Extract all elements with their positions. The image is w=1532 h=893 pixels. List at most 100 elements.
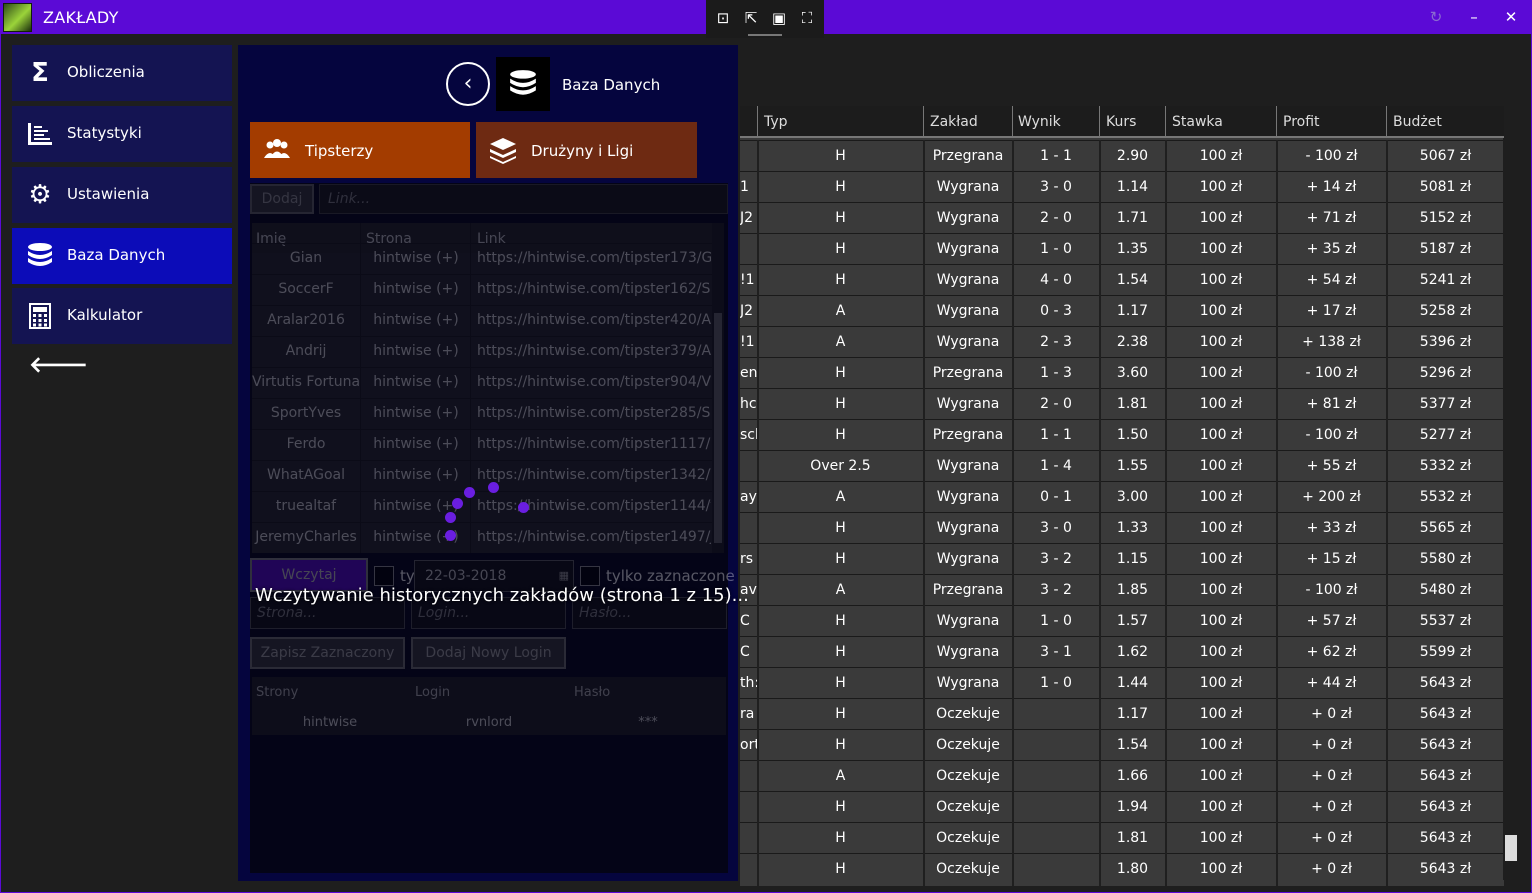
cursor-icon[interactable]: ⇱ bbox=[741, 8, 761, 28]
table-row[interactable]: H Oczekuje 1.94 100 zł + 0 zł 5643 zł bbox=[740, 791, 1504, 822]
link-input[interactable]: Link... bbox=[319, 184, 728, 214]
back-circle-button[interactable]: ‹ bbox=[446, 62, 490, 106]
score-cell: 1 - 0 bbox=[1040, 241, 1072, 257]
stake-cell: 100 zł bbox=[1199, 210, 1243, 226]
profit-cell: + 62 zł bbox=[1306, 644, 1357, 660]
sidebar-item-kalkulator[interactable]: Kalkulator bbox=[12, 288, 232, 344]
tab-tipsterzy[interactable]: Tipsterzy bbox=[250, 122, 470, 178]
table-row[interactable]: rs H Wygrana 3 - 2 1.15 100 zł + 15 zł 5580 zł bbox=[740, 543, 1504, 574]
table-row[interactable]: ra H Oczekuje 1.17 100 zł + 0 zł 5643 zł bbox=[740, 698, 1504, 729]
profit-cell: + 0 zł bbox=[1311, 830, 1352, 846]
table-row[interactable]: H Wygrana 1 - 0 1.35 100 zł + 35 zł 5187 zł bbox=[740, 233, 1504, 264]
profit-cell: + 200 zł bbox=[1302, 489, 1361, 505]
sidebar-item-ustawienia[interactable]: ⚙ Ustawienia bbox=[12, 167, 232, 223]
table-row[interactable]: SportYves hintwise (+) https://hintwise.co… bbox=[252, 398, 712, 428]
add-button[interactable]: Dodaj bbox=[250, 184, 314, 214]
table-row[interactable]: !1 H Wygrana 4 - 0 1.54 100 zł + 54 zł 5241 zł bbox=[740, 264, 1504, 295]
scrollbar-thumb[interactable] bbox=[714, 313, 722, 543]
type-cell: A bbox=[835, 768, 846, 784]
select-element-icon[interactable]: ⊡ bbox=[713, 8, 733, 28]
event-cell: !1 bbox=[740, 334, 755, 350]
table-row[interactable]: 1 H Wygrana 3 - 0 1.14 100 zł + 14 zł 5081 zł bbox=[740, 171, 1504, 202]
column-header[interactable]: Budżet bbox=[1393, 114, 1442, 130]
table-row[interactable]: J2 H Wygrana 2 - 0 1.71 100 zł + 71 zł 5152 zł bbox=[740, 202, 1504, 233]
table-row[interactable]: H Oczekuje 1.81 100 zł + 0 zł 5643 zł bbox=[740, 822, 1504, 853]
collapse-arrow-icon[interactable]: 🡐 bbox=[29, 352, 88, 378]
table-row[interactable]: Over 2.5 Wygrana 1 - 4 1.55 100 zł + 55 zł 533… bbox=[740, 450, 1504, 481]
bet-result-cell: Wygrana bbox=[936, 520, 1000, 536]
login-password-cell[interactable]: *** bbox=[570, 715, 726, 730]
table-row[interactable]: truealtaf hintwise (+) https://hintwise.co… bbox=[252, 491, 712, 521]
type-cell: H bbox=[835, 737, 846, 753]
only-date-checkbox[interactable] bbox=[374, 566, 394, 586]
table-row[interactable]: avcAPrzegrana3 - 21.85100 zł- 100 zł5480… bbox=[740, 574, 1504, 605]
table-row[interactable]: J2 A Wygrana 0 - 3 1.17 100 zł + 17 zł 5258 zł bbox=[740, 295, 1504, 326]
sidebar-item-label: Statystyki bbox=[67, 124, 142, 142]
grid-scrollbar[interactable] bbox=[1503, 138, 1519, 880]
sidebar-item-obliczenia[interactable]: Σ Obliczenia bbox=[12, 45, 232, 101]
minimize-button[interactable]: – bbox=[1462, 7, 1486, 27]
add-login-button[interactable]: Dodaj Nowy Login bbox=[411, 637, 566, 669]
table-row[interactable]: Aralar2016 hintwise (+) https://hintwise.c… bbox=[252, 305, 712, 335]
table-row[interactable]: !1 A Wygrana 2 - 3 2.38 100 zł + 138 zł 5396 zł bbox=[740, 326, 1504, 357]
sidebar-item-baza-danych[interactable]: Baza Danych bbox=[12, 228, 232, 284]
tipsters-scrollbar[interactable] bbox=[712, 223, 724, 553]
table-row[interactable]: C H Wygrana 3 - 1 1.62 100 zł + 62 zł 5599 zł bbox=[740, 636, 1504, 667]
table-row[interactable]: hc H Wygrana 2 - 0 1.81 100 zł + 81 zł 5377 zł bbox=[740, 388, 1504, 419]
tipster-site-cell: hintwise (+) bbox=[373, 374, 459, 390]
table-row[interactable]: sch H Przegrana 1 - 1 1.50 100 zł - 100 zł 5277… bbox=[740, 419, 1504, 450]
column-header[interactable]: Strony bbox=[256, 685, 298, 700]
stake-cell: 100 zł bbox=[1199, 520, 1243, 536]
close-button[interactable]: ✕ bbox=[1499, 7, 1523, 27]
column-header[interactable]: Profit bbox=[1283, 114, 1320, 130]
refresh-icon[interactable]: ↻ bbox=[1424, 7, 1448, 27]
layout-adorner-icon[interactable]: ▣ bbox=[769, 8, 789, 28]
column-header[interactable]: Login bbox=[415, 685, 450, 700]
table-row[interactable]: H Oczekuje 1.80 100 zł + 0 zł 5643 zł bbox=[740, 853, 1504, 884]
budget-cell: 5081 zł bbox=[1419, 179, 1472, 195]
table-row[interactable]: th: H Wygrana 1 - 0 1.44 100 zł + 44 zł 5643 zł bbox=[740, 667, 1504, 698]
event-cell: hc bbox=[740, 396, 757, 412]
table-row[interactable]: ay A Wygrana 0 - 1 3.00 100 zł + 200 zł 5532 zł bbox=[740, 481, 1504, 512]
budget-cell: 5187 zł bbox=[1419, 241, 1472, 257]
table-row[interactable]: Andrij hintwise (+) https://hintwise.com/t… bbox=[252, 336, 712, 366]
table-row[interactable]: C H Wygrana 1 - 0 1.57 100 zł + 57 zł 5537 zł bbox=[740, 605, 1504, 636]
scrollbar-thumb[interactable] bbox=[1505, 835, 1517, 861]
tab-druzyny-i-ligi[interactable]: Drużyny i Ligi bbox=[476, 122, 697, 178]
sidebar-item-statystyki[interactable]: Statystyki bbox=[12, 106, 232, 162]
spinner-dot bbox=[464, 487, 475, 498]
column-header[interactable]: Hasło bbox=[574, 685, 610, 700]
table-row[interactable]: Ferdo hintwise (+) https://hintwise.com/ti… bbox=[252, 429, 712, 459]
profit-cell: + 0 zł bbox=[1311, 706, 1352, 722]
column-header[interactable]: Wynik bbox=[1018, 114, 1061, 130]
column-header[interactable]: Typ bbox=[764, 114, 788, 130]
table-row[interactable]: H Przegrana 1 - 1 2.90 100 zł - 100 zł 5067 zł bbox=[740, 140, 1504, 171]
stake-cell: 100 zł bbox=[1199, 675, 1243, 691]
tipster-name-cell: SportYves bbox=[270, 405, 342, 421]
grid-header: Typ Zakład Wynik Kurs Stawka Profit Budż… bbox=[740, 106, 1504, 138]
tipster-link-cell: https://hintwise.com/tipster162/So bbox=[477, 281, 711, 297]
column-header[interactable]: Kurs bbox=[1106, 114, 1136, 130]
stake-cell: 100 zł bbox=[1199, 148, 1243, 164]
column-header[interactable]: Stawka bbox=[1172, 114, 1223, 130]
table-row[interactable]: H Wygrana 3 - 0 1.33 100 zł + 33 zł 5565 zł bbox=[740, 512, 1504, 543]
save-selected-button[interactable]: Zapisz Zaznaczony bbox=[250, 637, 405, 669]
table-row[interactable]: SoccerF hintwise (+) https://hintwise.com/… bbox=[252, 274, 712, 304]
table-row[interactable]: WhatAGoal hintwise (+) https://hintwise.co… bbox=[252, 460, 712, 490]
table-row[interactable]: Gian hintwise (+) https://hintwise.com/tip… bbox=[252, 243, 712, 273]
table-row[interactable]: JeremyCharles hintwise (+) https://hintwis… bbox=[252, 522, 712, 552]
table-row[interactable]: ene H Przegrana 1 - 3 3.60 100 zł - 100 zł 5296… bbox=[740, 357, 1504, 388]
stake-cell: 100 zł bbox=[1199, 272, 1243, 288]
only-selected-label: tylko zaznaczone bbox=[606, 567, 735, 585]
login-name-cell[interactable]: rvnlord bbox=[410, 715, 568, 730]
only-selected-checkbox[interactable] bbox=[580, 566, 600, 586]
column-header[interactable]: Zakład bbox=[930, 114, 978, 130]
login-site-cell[interactable]: hintwise bbox=[252, 715, 408, 730]
table-row[interactable]: ort H Oczekuje 1.54 100 zł + 0 zł 5643 zł bbox=[740, 729, 1504, 760]
type-cell: H bbox=[835, 551, 846, 567]
track-focus-icon[interactable]: ⛶ bbox=[797, 8, 817, 28]
table-row[interactable]: Virtutis Fortuna hintwise (+) https://hint… bbox=[252, 367, 712, 397]
type-cell: H bbox=[835, 799, 846, 815]
table-row[interactable]: A Oczekuje 1.66 100 zł + 0 zł 5643 zł bbox=[740, 760, 1504, 791]
score-cell: 0 - 3 bbox=[1040, 303, 1072, 319]
